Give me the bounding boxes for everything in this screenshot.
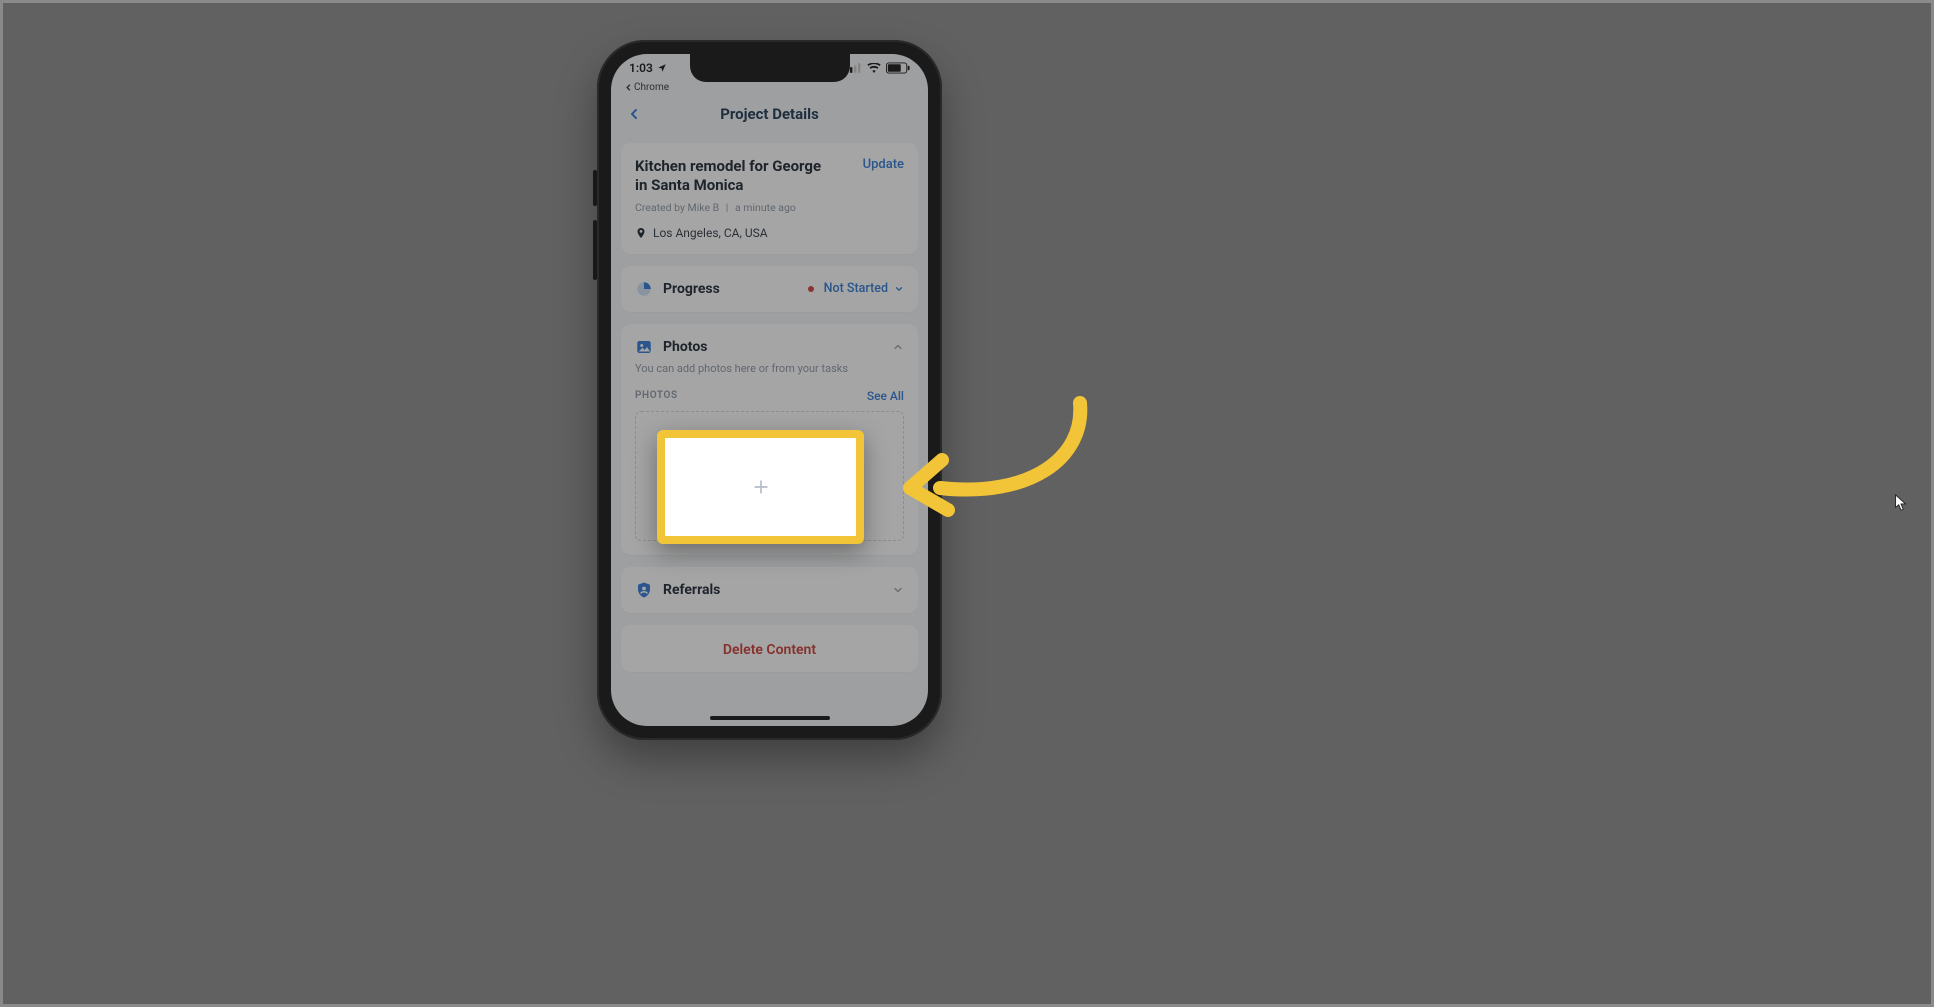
see-all-button[interactable]: See All <box>867 389 904 403</box>
piechart-icon <box>635 280 653 298</box>
photos-label: Photos <box>663 339 707 355</box>
nav-header: Project Details <box>611 95 928 133</box>
project-meta: Created by Mike B | a minute ago <box>635 201 904 214</box>
update-button[interactable]: Update <box>863 157 904 172</box>
battery-icon <box>886 62 910 74</box>
progress-card: Progress Not Started <box>621 266 918 312</box>
photo-icon <box>635 338 653 356</box>
chevron-up-icon[interactable] <box>892 341 904 353</box>
back-button[interactable] <box>623 103 645 125</box>
progress-status-select[interactable]: Not Started <box>808 281 904 296</box>
referrals-card[interactable]: Referrals <box>621 567 918 613</box>
mouse-cursor-icon <box>1894 494 1908 512</box>
back-caret-icon <box>625 84 632 91</box>
location-arrow-icon <box>657 63 667 73</box>
back-to-app[interactable]: Chrome <box>611 82 928 95</box>
progress-status-text: Not Started <box>824 281 888 296</box>
dim-overlay <box>3 3 1931 1004</box>
status-dot-icon <box>808 286 814 292</box>
delete-content-card: Delete Content <box>621 625 918 672</box>
project-header-card: Kitchen remodel for George in Santa Moni… <box>621 143 918 254</box>
home-indicator <box>710 716 830 720</box>
highlight-add-photo[interactable] <box>657 430 864 544</box>
shield-icon <box>635 581 653 599</box>
phone-frame: 1:03 Chrome Project Details <box>597 40 942 740</box>
project-location[interactable]: Los Angeles, CA, USA <box>635 226 904 240</box>
referrals-label: Referrals <box>663 582 720 598</box>
phone-notch <box>690 54 850 82</box>
chevron-left-icon <box>626 106 642 122</box>
project-location-text: Los Angeles, CA, USA <box>653 226 768 240</box>
plus-icon <box>751 477 771 497</box>
back-app-label: Chrome <box>634 82 669 93</box>
project-title: Kitchen remodel for George in Santa Moni… <box>635 157 825 195</box>
photos-subhead: PHOTOS <box>635 390 678 401</box>
delete-content-button[interactable]: Delete Content <box>723 642 816 658</box>
status-time: 1:03 <box>629 61 653 75</box>
progress-label: Progress <box>663 281 720 297</box>
chevron-down-icon <box>892 584 904 596</box>
chevron-down-icon <box>894 284 904 294</box>
phone-screen: 1:03 Chrome Project Details <box>611 54 928 726</box>
photos-description: You can add photos here or from your tas… <box>635 362 904 375</box>
wifi-icon <box>867 63 881 73</box>
page-title: Project Details <box>720 105 819 123</box>
location-pin-icon <box>635 227 647 239</box>
